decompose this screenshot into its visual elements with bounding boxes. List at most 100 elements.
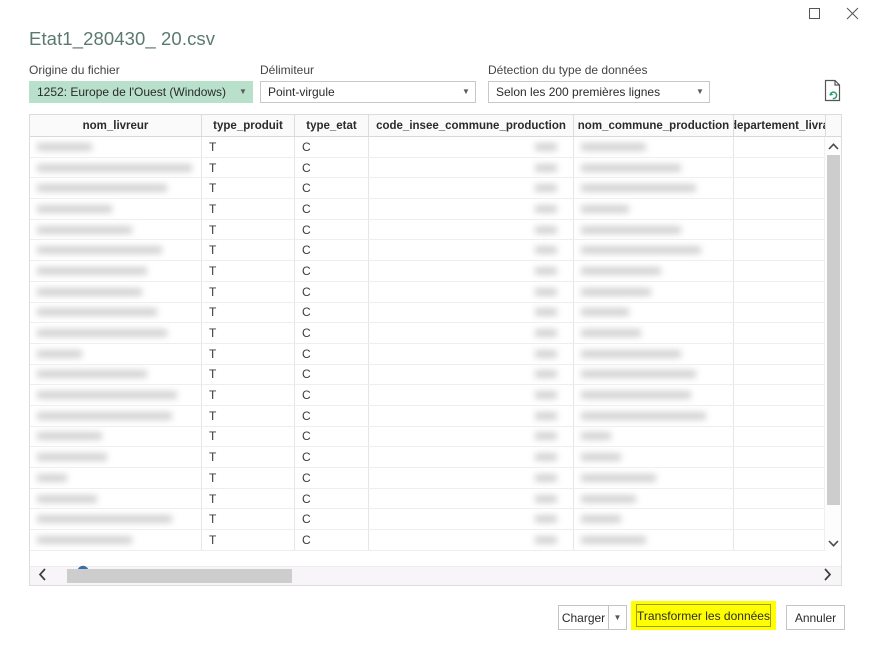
table-row[interactable]: TC [30, 137, 841, 158]
cell-departement_livraison [734, 489, 826, 509]
delimiter-dropdown[interactable]: Point-virgule ▼ [260, 81, 476, 103]
scroll-down-arrow[interactable] [825, 534, 842, 551]
table-row[interactable]: TC [30, 530, 841, 551]
redacted-value [581, 184, 696, 192]
file-origin-dropdown[interactable]: 1252: Europe de l'Ouest (Windows) ▼ [29, 81, 253, 103]
delimiter-option: Délimiteur Point-virgule ▼ [260, 63, 476, 103]
cell-code_insee_commune_production [369, 427, 574, 447]
redacted-value [37, 495, 97, 503]
cell-nom_commune_production [574, 447, 734, 467]
cell-type_produit: T [202, 323, 295, 343]
cell-nom_livreur [30, 406, 202, 426]
table-row[interactable]: TC [30, 240, 841, 261]
cell-code_insee_commune_production [369, 282, 574, 302]
table-row[interactable]: TC [30, 447, 841, 468]
chevron-down-icon: ▼ [234, 88, 252, 96]
cell-nom_commune_production [574, 530, 734, 550]
document-refresh-icon[interactable] [822, 79, 844, 103]
cell-type_etat: C [295, 178, 369, 198]
table-row[interactable]: TC [30, 344, 841, 365]
cell-nom_livreur [30, 220, 202, 240]
table-row[interactable]: TC [30, 220, 841, 241]
table-row[interactable]: TC [30, 323, 841, 344]
cell-nom_livreur [30, 158, 202, 178]
cell-nom_livreur [30, 282, 202, 302]
scroll-right-arrow[interactable] [817, 567, 837, 585]
cell-type_produit: T [202, 158, 295, 178]
redacted-value [535, 308, 557, 316]
cell-type_produit: T [202, 530, 295, 550]
vertical-scrollbar[interactable] [824, 137, 841, 551]
delimiter-value: Point-virgule [261, 85, 457, 99]
data-preview-grid: nom_livreurtype_produittype_etatcode_ins… [29, 114, 842, 586]
column-header-type_etat[interactable]: type_etat [295, 115, 369, 136]
cell-nom_commune_production [574, 344, 734, 364]
table-row[interactable]: TC [30, 406, 841, 427]
cell-departement_livraison [734, 282, 826, 302]
table-row[interactable]: TC [30, 282, 841, 303]
table-row[interactable]: TC [30, 489, 841, 510]
data-type-detection-dropdown[interactable]: Selon les 200 premières lignes ▼ [488, 81, 710, 103]
table-row[interactable]: TC [30, 261, 841, 282]
scroll-up-arrow[interactable] [825, 137, 842, 154]
cell-type_produit: T [202, 509, 295, 529]
redacted-value [535, 474, 557, 482]
cell-code_insee_commune_production [369, 220, 574, 240]
close-button[interactable] [833, 0, 871, 26]
cell-departement_livraison [734, 178, 826, 198]
cell-nom_livreur [30, 447, 202, 467]
cell-nom_commune_production [574, 385, 734, 405]
horizontal-scrollbar-thumb[interactable] [67, 569, 292, 583]
cell-type_etat: C [295, 489, 369, 509]
redacted-value [37, 329, 167, 337]
cell-nom_livreur [30, 489, 202, 509]
column-header-type_produit[interactable]: type_produit [202, 115, 295, 136]
horizontal-scrollbar[interactable] [30, 566, 841, 585]
cell-type_etat: C [295, 282, 369, 302]
maximize-button[interactable] [795, 0, 833, 26]
column-header-code_insee_commune_production[interactable]: code_insee_commune_production [369, 115, 574, 136]
table-row[interactable]: TC [30, 385, 841, 406]
table-row[interactable]: TC [30, 158, 841, 179]
table-row[interactable]: TC [30, 509, 841, 530]
transform-data-button[interactable]: Transformer les données [636, 604, 771, 627]
cell-nom_livreur [30, 178, 202, 198]
cell-departement_livraison [734, 261, 826, 281]
cancel-button[interactable]: Annuler [786, 605, 845, 630]
cell-type_etat: C [295, 530, 369, 550]
redacted-value [37, 288, 142, 296]
grid-header-row: nom_livreurtype_produittype_etatcode_ins… [30, 115, 841, 137]
table-row[interactable]: TC [30, 427, 841, 448]
window-controls [795, 0, 871, 26]
table-row[interactable]: TC [30, 365, 841, 386]
table-row[interactable]: TC [30, 303, 841, 324]
cell-nom_livreur [30, 199, 202, 219]
redacted-value [535, 226, 557, 234]
cell-type_etat: C [295, 240, 369, 260]
cell-departement_livraison [734, 158, 826, 178]
redacted-value [37, 453, 107, 461]
load-options-button[interactable]: ▼ [608, 605, 627, 630]
cell-type_produit: T [202, 365, 295, 385]
column-header-departement_livraison[interactable]: departement_livra [734, 115, 826, 136]
redacted-value [581, 370, 696, 378]
column-header-nom_livreur[interactable]: nom_livreur [30, 115, 202, 136]
cell-type_etat: C [295, 323, 369, 343]
table-row[interactable]: TC [30, 178, 841, 199]
redacted-value [535, 267, 557, 275]
scroll-left-arrow[interactable] [32, 567, 52, 585]
cell-type_etat: C [295, 220, 369, 240]
cell-nom_commune_production [574, 158, 734, 178]
column-header-nom_commune_production[interactable]: nom_commune_production [574, 115, 734, 136]
cell-nom_livreur [30, 365, 202, 385]
cell-nom_commune_production [574, 509, 734, 529]
table-row[interactable]: TC [30, 199, 841, 220]
redacted-value [581, 205, 629, 213]
table-row[interactable]: TC [30, 468, 841, 489]
cell-type_etat: C [295, 344, 369, 364]
vertical-scrollbar-thumb[interactable] [827, 155, 840, 505]
cell-type_produit: T [202, 468, 295, 488]
load-button[interactable]: Charger [558, 605, 608, 630]
redacted-value [535, 412, 557, 420]
cell-departement_livraison [734, 530, 826, 550]
